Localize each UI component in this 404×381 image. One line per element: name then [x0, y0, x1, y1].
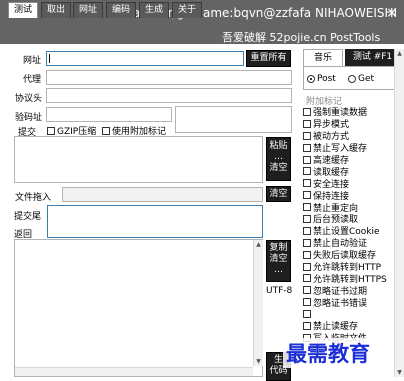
method-get-label: Get: [358, 74, 375, 84]
tab-music[interactable]: 音乐: [303, 49, 343, 66]
return-vertical-scrollbar[interactable]: ▲ ▼: [253, 240, 263, 366]
window-vertical-scrollbar[interactable]: ▲ ▼: [394, 49, 404, 377]
extra-mark-checkbox-box[interactable]: [102, 126, 110, 135]
close-icon[interactable]: ×: [382, 3, 402, 23]
file-clear-button[interactable]: 清空: [266, 186, 291, 202]
paste-clear-button[interactable]: 粘贴 … 清空: [266, 137, 291, 181]
tab-about[interactable]: 关于: [172, 2, 203, 18]
url-input[interactable]: [46, 51, 244, 66]
encoding-label: UTF-8: [266, 286, 293, 296]
gzip-checkbox-box[interactable]: [47, 126, 55, 135]
scroll-down-icon[interactable]: ▼: [254, 357, 263, 366]
tab-fetch[interactable]: 取出: [41, 2, 72, 18]
option-label: 忽略证书错误: [313, 298, 368, 309]
captcha-url-input[interactable]: [46, 107, 172, 122]
tab-encode[interactable]: 编码: [106, 2, 137, 18]
header-links: 吾爱破解 52pojie.cn PostTools: [222, 31, 381, 44]
window-scroll-up-icon[interactable]: ▲: [395, 49, 404, 58]
option-background-prefetch[interactable]: 后台预读取: [303, 213, 403, 225]
submit-data-textarea[interactable]: [14, 136, 263, 183]
option-no-cache-write[interactable]: 禁止写入缓存: [303, 142, 403, 154]
option-ignore-cert-expired[interactable]: 忽略证书过期: [303, 284, 403, 297]
submit-tail-textarea[interactable]: [47, 205, 263, 238]
method-post-label: Post: [317, 74, 336, 84]
option-read-cache[interactable]: 读取缓存: [303, 165, 403, 178]
option-no-set-cookie[interactable]: 禁止设置Cookie: [303, 225, 403, 237]
copy-clear-button[interactable]: 复制 清空 …: [266, 240, 291, 282]
file-drop-label: 文件拖入: [15, 193, 52, 203]
option-secure[interactable]: 安全连接: [303, 177, 403, 190]
proxy-label: 代理: [23, 75, 42, 85]
option-passive[interactable]: 被动方式: [303, 130, 403, 142]
right-panel: 音乐 测试 #F1 Post Get 附加标记 强制重读数据 异步模式 被动方式…: [303, 49, 400, 375]
option-cache-on-fail[interactable]: 失败后读取缓存: [303, 249, 403, 261]
protocol-header-input[interactable]: [46, 88, 292, 103]
option-allow-https[interactable]: 允许跳转到HTTPS: [303, 272, 403, 285]
return-data-textarea[interactable]: [14, 239, 263, 377]
captcha-url-label: 验码址: [15, 113, 43, 123]
extra-options-list: 强制重读数据 异步模式 被动方式 禁止写入缓存 高速缓存 读取缓存 安全连接 保…: [303, 106, 403, 344]
option-no-read-cache[interactable]: 禁止读缓存: [303, 320, 403, 332]
reset-all-button[interactable]: 重置所有: [246, 50, 291, 67]
option-fast-cache[interactable]: 高速缓存: [303, 154, 403, 166]
tab-generate[interactable]: 生成: [139, 2, 170, 18]
return-horizontal-scrollbar[interactable]: [15, 367, 253, 376]
tab-url[interactable]: 网址: [73, 2, 104, 18]
scroll-up-icon[interactable]: ▲: [254, 240, 263, 249]
option-keep-alive[interactable]: 保持连接: [303, 189, 403, 202]
file-drop-input[interactable]: [62, 187, 263, 202]
option-allow-http[interactable]: 允许跳转到HTTP: [303, 261, 403, 273]
option-hidden[interactable]: [303, 308, 403, 320]
get-radio-dot[interactable]: [348, 75, 356, 83]
tab-test[interactable]: 测试: [8, 2, 39, 18]
proxy-input[interactable]: [46, 70, 292, 85]
submit-tail-label: 提交尾: [14, 212, 42, 222]
option-no-auto-auth[interactable]: 禁止自动验证: [303, 237, 403, 249]
option-ignore-cert-error[interactable]: 忽略证书错误: [303, 296, 403, 309]
window-scroll-down-icon[interactable]: ▼: [395, 368, 404, 377]
option-force-reread[interactable]: 强制重读数据: [303, 106, 403, 118]
option-no-redirect[interactable]: 禁止重定向: [303, 201, 403, 214]
url-label: 网址: [23, 56, 42, 66]
tab-test-f1[interactable]: 测试 #F1: [345, 49, 400, 66]
option-async[interactable]: 异步模式: [303, 118, 403, 130]
post-radio-dot[interactable]: [307, 75, 315, 83]
protocol-header-label: 协议头: [15, 94, 43, 104]
captcha-image-box: [175, 106, 292, 133]
method-post-radio[interactable]: Post: [307, 74, 336, 84]
watermark-logo: 最需教育: [283, 338, 373, 368]
method-get-radio[interactable]: Get: [348, 74, 374, 84]
